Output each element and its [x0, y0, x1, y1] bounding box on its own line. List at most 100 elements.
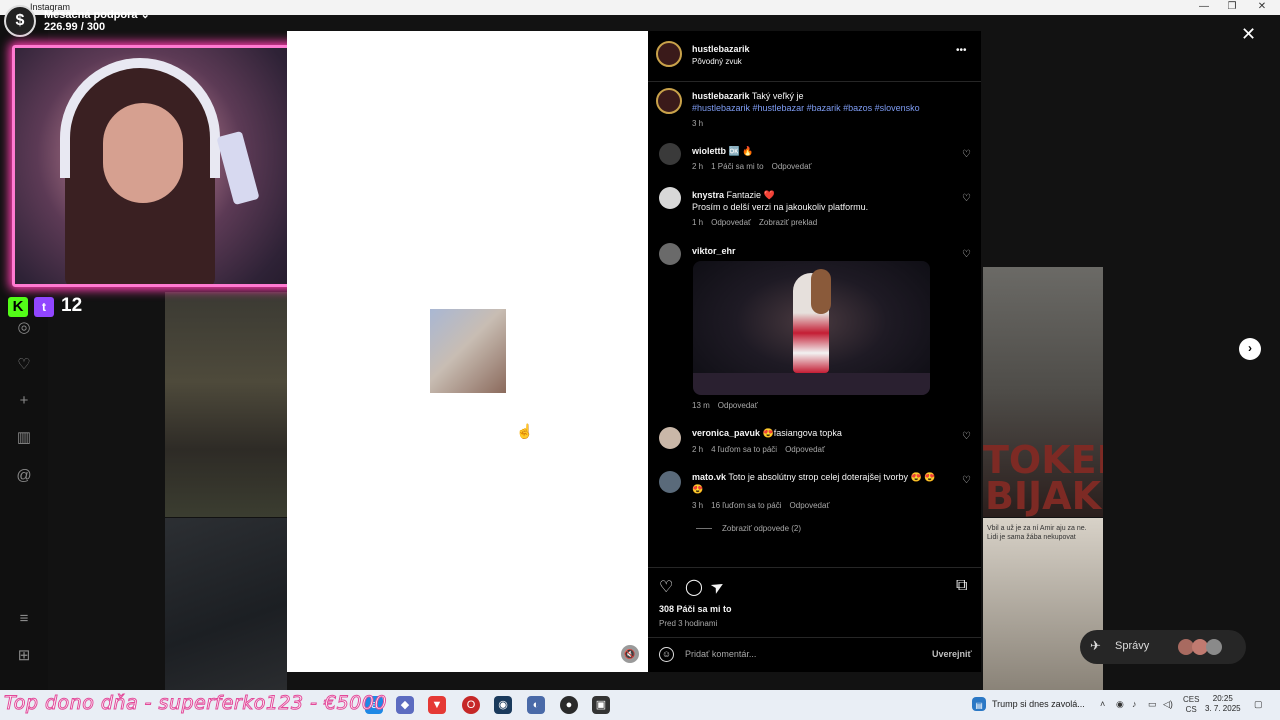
avatar[interactable] [659, 243, 681, 265]
post-media[interactable]: ☝ 🔇 [287, 31, 648, 672]
comment-input[interactable]: Pridať komentár... [685, 649, 756, 659]
opera-icon[interactable]: O [462, 696, 480, 714]
taskbar-app-icon[interactable]: ◆ [396, 696, 414, 714]
reply-button[interactable]: Odpovedať [711, 218, 751, 227]
feed-tile[interactable] [165, 292, 287, 517]
like-comment-icon[interactable]: ♡ [962, 149, 971, 160]
comment-meta: 3 h 16 ľuďom sa to páči Odpovedať [692, 501, 837, 510]
create-icon[interactable]: + [14, 391, 34, 411]
tray-chevron-icon[interactable]: ˄ [1100, 699, 1105, 709]
like-comment-icon[interactable]: ♡ [962, 475, 971, 486]
clock[interactable]: 20:25 3. 7. 2025 [1205, 694, 1241, 714]
language-indicator[interactable]: CES CS [1183, 695, 1199, 715]
messages-pill[interactable]: ✈ Správy [1080, 630, 1246, 664]
tile-text: Vbil a už je za ní Amir aju za ne. Lidi … [987, 525, 1087, 541]
reply-button[interactable]: Odpovedať [718, 401, 758, 410]
add-comment-bar: ☺ Pridať komentár... Uverejniť [648, 637, 981, 672]
menu-icon[interactable]: ≡ [14, 609, 34, 629]
comment-username[interactable]: wiolettb [692, 146, 726, 156]
comment-text: 😍fasiangova topka [762, 428, 842, 438]
sub-goal-label: Mesačná podpora ⌄ [44, 9, 150, 21]
author-avatar[interactable] [656, 41, 682, 67]
caption-hashtags[interactable]: #hustlebazarik #hustlebazar #bazarik #ba… [692, 103, 920, 113]
comment-text: Toto je absolútny strop celej doterajšej… [728, 472, 936, 482]
comment-username[interactable]: knystra [692, 190, 724, 200]
kick-icon: K [8, 297, 28, 317]
avatar[interactable] [659, 187, 681, 209]
tray-app-icon[interactable]: ◉ [1116, 699, 1124, 710]
clock-date: 3. 7. 2025 [1205, 704, 1241, 713]
comment-time: 1 h [692, 218, 704, 227]
reply-button[interactable]: Odpovedať [790, 501, 830, 510]
obs-icon[interactable]: ● [560, 696, 578, 714]
apps-icon[interactable]: ⊞ [14, 646, 34, 666]
dollar-icon: $ [4, 5, 36, 37]
audio-label[interactable]: Pôvodný zvuk [692, 57, 742, 66]
network-icon[interactable]: ▭ [1148, 699, 1157, 710]
comment-likes[interactable]: 1 Páči sa mi to [711, 162, 763, 171]
dashboard-icon[interactable]: ▥ [14, 428, 34, 448]
comment-likes[interactable]: 16 ľuďom sa to páči [711, 501, 781, 510]
comment-gif[interactable] [693, 261, 930, 395]
like-comment-icon[interactable]: ♡ [962, 431, 971, 442]
mute-icon[interactable]: 🔇 [621, 645, 639, 663]
reply-button[interactable]: Odpovedať [785, 445, 825, 454]
comment-time: 2 h [692, 162, 704, 171]
volume-icon[interactable]: ◁) [1163, 699, 1173, 710]
steam-icon[interactable]: ◉ [494, 696, 512, 714]
threads-icon[interactable]: @ [14, 466, 34, 486]
comment-meta: 1 h Odpovedať Zobraziť preklad [692, 218, 825, 227]
notifications-icon[interactable]: ▢ [1254, 699, 1263, 710]
comment: wiolettb 🆗 🔥 [692, 145, 753, 157]
comment: viktor_ehr [692, 245, 736, 257]
like-icon[interactable]: ♡ [659, 577, 673, 597]
video-frame [430, 309, 506, 393]
microphone-icon[interactable]: ♪ [1132, 699, 1137, 709]
avatar[interactable] [659, 143, 681, 165]
close-icon[interactable]: ✕ [1241, 24, 1256, 45]
view-replies-button[interactable]: Zobraziť odpovede (2) [722, 524, 801, 533]
headset-icon [60, 58, 220, 178]
comment-username[interactable]: mato.vk [692, 472, 726, 482]
feed-tile[interactable] [165, 518, 287, 690]
share-icon[interactable]: ➤ [707, 575, 729, 599]
avatar[interactable] [659, 427, 681, 449]
taskbar-app-icon[interactable]: ▣ [592, 696, 610, 714]
post-date: Pred 3 hodinami [659, 619, 718, 628]
more-options-icon[interactable]: ••• [956, 45, 967, 56]
comment-username[interactable]: veronica_pavuk [692, 428, 760, 438]
webcam-object [216, 130, 260, 206]
news-widget[interactable]: Trump si dnes zavolá... [992, 699, 1085, 709]
explore-icon[interactable]: ◎ [14, 318, 34, 338]
comment-username[interactable]: viktor_ehr [692, 246, 736, 256]
window-close-button[interactable]: ✕ [1248, 0, 1276, 15]
taskbar: e ◆ ▼ O ◉ ◐ ● ▣ Top dono dňa - superferk… [0, 690, 1280, 720]
gif-stage [693, 373, 930, 395]
messages-icon: ✈ [1090, 638, 1101, 653]
reply-button[interactable]: Odpovedať [772, 162, 812, 171]
author-avatar[interactable] [656, 88, 682, 114]
emoji-icon[interactable]: ☺ [659, 647, 674, 662]
brave-icon[interactable]: ▼ [428, 696, 446, 714]
gif-dancer [811, 269, 831, 314]
maximize-button[interactable]: ❐ [1218, 0, 1246, 15]
feed-tile[interactable]: TOKERNÝ BIJAK [983, 267, 1103, 517]
clock-time: 20:25 [1212, 694, 1233, 703]
minimize-button[interactable]: — [1190, 0, 1218, 15]
translate-button[interactable]: Zobraziť preklad [759, 218, 817, 227]
feed-tile[interactable]: Vbil a už je za ní Amir aju za ne. Lidi … [983, 518, 1103, 690]
like-comment-icon[interactable]: ♡ [962, 249, 971, 260]
taskbar-app-icon[interactable]: ◐ [527, 696, 545, 714]
publish-button[interactable]: Uverejniť [932, 649, 972, 659]
caption-username[interactable]: hustlebazarik [692, 91, 750, 101]
save-icon[interactable]: ⧉ [956, 577, 967, 595]
likes-count[interactable]: 308 Páči sa mi to [659, 604, 732, 614]
author-username[interactable]: hustlebazarik [692, 44, 750, 54]
comment-likes[interactable]: 4 ľuďom sa to páči [711, 445, 777, 454]
comment: veronica_pavuk 😍fasiangova topka [692, 427, 842, 439]
like-comment-icon[interactable]: ♡ [962, 193, 971, 204]
comment-icon[interactable]: ◯ [685, 577, 703, 597]
avatar[interactable] [659, 471, 681, 493]
notifications-icon[interactable]: ♡ [14, 355, 34, 375]
next-post-arrow-icon[interactable]: › [1239, 338, 1261, 360]
